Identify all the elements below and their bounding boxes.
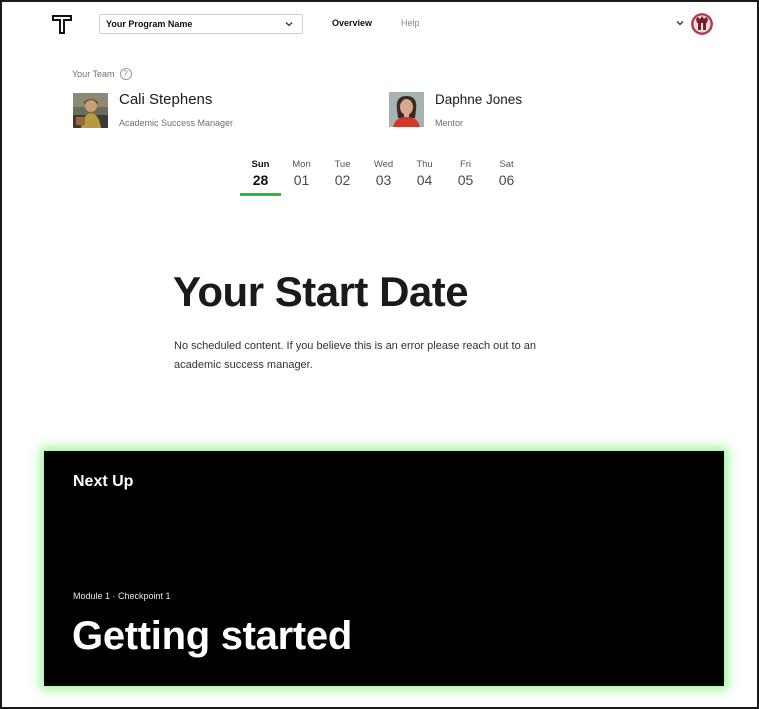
day-number: 28: [252, 172, 269, 188]
user-avatar[interactable]: [691, 13, 713, 35]
account-menu-chevron-icon[interactable]: [675, 18, 685, 28]
help-icon[interactable]: ?: [119, 68, 132, 80]
logo-icon[interactable]: [51, 13, 73, 35]
empty-state-message: No scheduled content. If you believe thi…: [174, 340, 536, 371]
day-fri[interactable]: Fri 05: [445, 159, 486, 196]
day-sun[interactable]: Sun 28: [240, 159, 281, 196]
day-number: 01: [293, 172, 310, 188]
day-tue[interactable]: Tue 02: [322, 159, 363, 196]
chevron-down-icon: [285, 22, 293, 27]
nav-help[interactable]: Help: [401, 18, 420, 28]
day-number: 02: [334, 172, 351, 188]
day-number: 06: [498, 172, 515, 188]
day-wed[interactable]: Wed 03: [363, 159, 404, 196]
week-calendar: Sun 28 Mon 01 Tue 02 Wed 03 Thu 04 Fri 0…: [240, 159, 527, 196]
day-name: Tue: [334, 159, 351, 170]
next-up-label: Next Up: [73, 473, 134, 490]
day-name: Fri: [459, 159, 472, 170]
member-role: Mentor: [435, 118, 464, 128]
day-name: Sun: [251, 159, 270, 170]
page-title: Your Start Date: [173, 268, 469, 315]
day-number: 04: [416, 172, 433, 188]
member-name: Cali Stephens: [119, 91, 213, 108]
team-heading-label: Your Team: [72, 69, 115, 79]
nav-overview[interactable]: Overview: [332, 18, 372, 28]
app-frame: Your Program Name Overview Help Your Tea…: [0, 0, 759, 709]
program-select[interactable]: Your Program Name: [99, 14, 303, 34]
day-number: 03: [375, 172, 392, 188]
day-name: Mon: [292, 159, 311, 170]
day-name: Thu: [416, 159, 433, 170]
active-day-indicator: [240, 193, 281, 196]
module-checkpoint-label: Module 1 · Checkpoint 1: [73, 591, 171, 601]
program-select-label: Your Program Name: [106, 19, 193, 29]
day-thu[interactable]: Thu 04: [404, 159, 445, 196]
day-name: Wed: [373, 159, 394, 170]
member-name: Daphne Jones: [435, 92, 523, 107]
next-up-title: Getting started: [72, 614, 352, 658]
team-heading: Your Team ?: [72, 68, 132, 80]
day-mon[interactable]: Mon 01: [281, 159, 322, 196]
next-up-card[interactable]: Next Up Module 1 · Checkpoint 1 Getting …: [44, 451, 724, 686]
day-name: Sat: [499, 159, 514, 170]
member-role: Academic Success Manager: [119, 118, 234, 128]
member-photo-cali: [73, 93, 108, 128]
day-sat[interactable]: Sat 06: [486, 159, 527, 196]
member-photo-daphne: [389, 92, 424, 127]
day-number: 05: [457, 172, 474, 188]
